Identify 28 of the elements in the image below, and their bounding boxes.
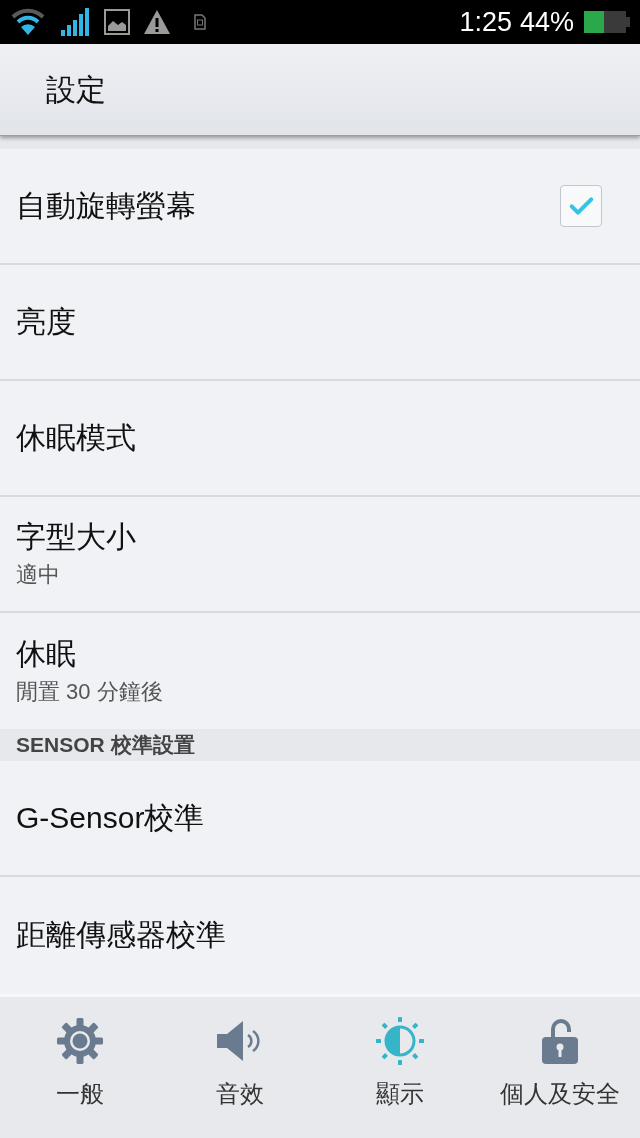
signal-icon [60,8,90,36]
tab[interactable]: 音效 [160,997,320,1138]
setting-title[interactable]: 字型大小 [16,518,136,556]
sd-card-icon [194,14,206,30]
image-icon [104,9,130,35]
setting-title[interactable]: 休眠模式 [16,419,136,457]
app-title: 設定 [46,71,106,108]
checkmark-icon [567,194,595,218]
padlock-icon [541,1017,579,1065]
section-header: SENSOR 校準設置 [0,729,640,761]
battery-icon [584,11,630,33]
battery-percent: 44% [519,7,574,37]
setting-title[interactable]: 自動旋轉螢幕 [16,187,196,225]
warning-icon [144,10,170,34]
gear-icon [56,1017,104,1065]
setting-title[interactable]: 亮度 [16,303,76,341]
brightness-icon [376,1017,424,1065]
tab[interactable]: 一般 [0,997,160,1138]
setting-title[interactable]: G-Sensor校準 [16,799,205,837]
wifi-icon [10,8,46,36]
clock-time: 1:25 [459,7,512,37]
tab[interactable]: 顯示 [320,997,480,1138]
setting-summary: 適中 [16,561,60,589]
setting-summary: 閒置 30 分鐘後 [16,678,163,706]
setting-title[interactable]: 距離傳感器校準 [16,916,226,954]
setting-title[interactable]: 休眠 [16,635,76,673]
tab[interactable]: 個人及安全 [480,997,640,1138]
checkbox[interactable] [560,185,602,227]
